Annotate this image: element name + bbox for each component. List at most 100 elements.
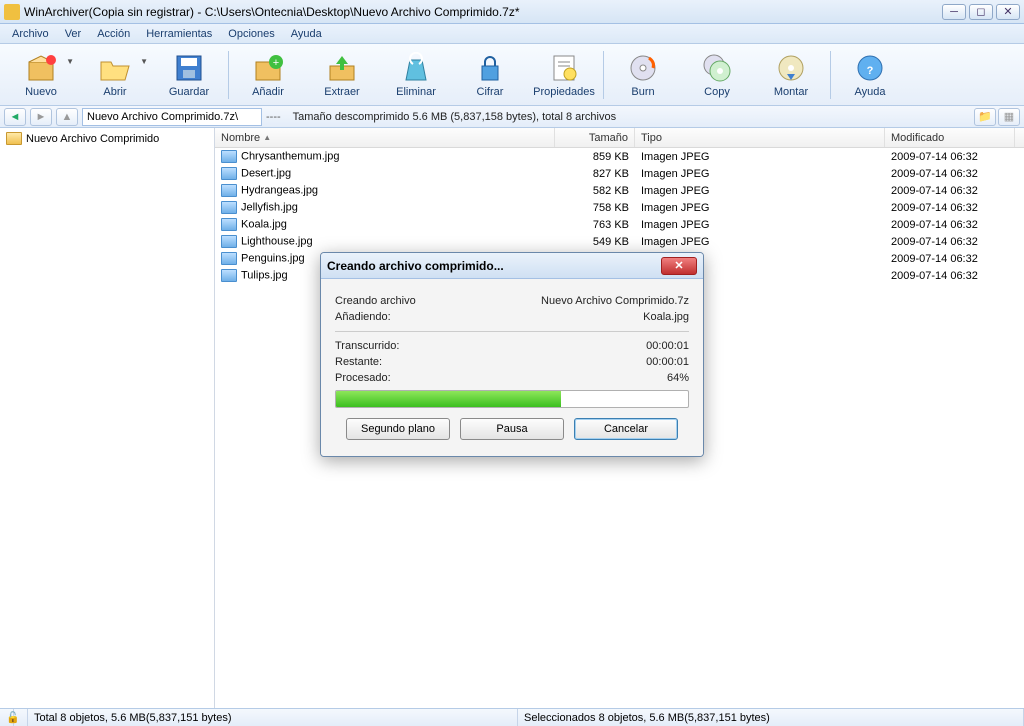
menu-ver[interactable]: Ver <box>57 26 90 42</box>
file-type-cell: Imagen JPEG <box>635 185 885 197</box>
close-button[interactable]: ✕ <box>996 4 1020 20</box>
image-file-icon <box>221 201 237 214</box>
col-name[interactable]: Nombre ▲ <box>215 128 555 147</box>
maximize-button[interactable]: ◻ <box>969 4 993 20</box>
ayuda-button[interactable]: ? Ayuda <box>833 47 907 103</box>
file-mod-cell: 2009-07-14 06:32 <box>885 270 1015 282</box>
cancel-button[interactable]: Cancelar <box>574 418 678 440</box>
guardar-icon <box>173 52 205 84</box>
svg-text:?: ? <box>867 65 874 77</box>
image-file-icon <box>221 218 237 231</box>
menu-archivo[interactable]: Archivo <box>4 26 57 42</box>
file-mod-cell: 2009-07-14 06:32 <box>885 151 1015 163</box>
path-summary: Tamaño descomprimido 5.6 MB (5,837,158 b… <box>285 111 970 123</box>
propiedades-label: Propiedades <box>533 86 595 98</box>
nav-back-button[interactable]: ◄ <box>4 108 26 126</box>
creating-label: Creando archivo <box>335 295 416 307</box>
progress-fill <box>336 391 561 407</box>
image-file-icon <box>221 184 237 197</box>
progress-bar <box>335 390 689 408</box>
montar-icon <box>775 52 807 84</box>
file-type-cell: Imagen JPEG <box>635 202 885 214</box>
pause-button[interactable]: Pausa <box>460 418 564 440</box>
menu-acción[interactable]: Acción <box>89 26 138 42</box>
nav-up-button[interactable]: ▲ <box>56 108 78 126</box>
remaining-label: Restante: <box>335 356 382 368</box>
nuevo-dropdown-icon[interactable]: ▼ <box>66 57 74 66</box>
toolbar-separator <box>228 51 229 99</box>
view-folder-button[interactable]: 📁 <box>974 108 996 126</box>
image-file-icon <box>221 235 237 248</box>
col-type[interactable]: Tipo <box>635 128 885 147</box>
extraer-button[interactable]: Extraer <box>305 47 379 103</box>
file-size-cell: 582 KB <box>555 185 635 197</box>
ayuda-icon: ? <box>854 52 886 84</box>
dialog-title-bar[interactable]: Creando archivo comprimido... ✕ <box>321 253 703 279</box>
processed-value: 64% <box>667 372 689 384</box>
image-file-icon <box>221 252 237 265</box>
montar-button[interactable]: Montar <box>754 47 828 103</box>
anadir-label: Añadir <box>252 86 284 98</box>
file-type-cell: Imagen JPEG <box>635 236 885 248</box>
ayuda-label: Ayuda <box>855 86 886 98</box>
adding-value: Koala.jpg <box>643 311 689 323</box>
copy-button[interactable]: Copy <box>680 47 754 103</box>
elapsed-value: 00:00:01 <box>646 340 689 352</box>
minimize-button[interactable]: ─ <box>942 4 966 20</box>
path-input[interactable]: Nuevo Archivo Comprimido.7z\ <box>82 108 262 126</box>
file-mod-cell: 2009-07-14 06:32 <box>885 185 1015 197</box>
status-icon <box>14 709 28 726</box>
file-size-cell: 549 KB <box>555 236 635 248</box>
abrir-button[interactable]: Abrir▼ <box>78 47 152 103</box>
file-row[interactable]: Lighthouse.jpg549 KBImagen JPEG2009-07-1… <box>215 233 1024 250</box>
file-row[interactable]: Koala.jpg763 KBImagen JPEG2009-07-14 06:… <box>215 216 1024 233</box>
toolbar-separator <box>603 51 604 99</box>
nuevo-label: Nuevo <box>25 86 57 98</box>
background-button[interactable]: Segundo plano <box>346 418 450 440</box>
dialog-close-button[interactable]: ✕ <box>661 257 697 275</box>
copy-icon <box>701 52 733 84</box>
tree-root-label: Nuevo Archivo Comprimido <box>26 133 159 145</box>
file-size-cell: 859 KB <box>555 151 635 163</box>
nuevo-button[interactable]: Nuevo ▼ <box>4 47 78 103</box>
file-row[interactable]: Hydrangeas.jpg582 KBImagen JPEG2009-07-1… <box>215 182 1024 199</box>
window-title: WinArchiver(Copia sin registrar) - C:\Us… <box>24 5 939 19</box>
col-mod[interactable]: Modificado <box>885 128 1015 147</box>
guardar-button[interactable]: Guardar <box>152 47 226 103</box>
file-name-cell: Jellyfish.jpg <box>215 201 555 214</box>
propiedades-button[interactable]: Propiedades <box>527 47 601 103</box>
file-mod-cell: 2009-07-14 06:32 <box>885 168 1015 180</box>
abrir-dropdown-icon[interactable]: ▼ <box>140 57 148 66</box>
image-file-icon <box>221 269 237 282</box>
file-row[interactable]: Desert.jpg827 KBImagen JPEG2009-07-14 06… <box>215 165 1024 182</box>
file-type-cell: Imagen JPEG <box>635 219 885 231</box>
file-mod-cell: 2009-07-14 06:32 <box>885 236 1015 248</box>
file-mod-cell: 2009-07-14 06:32 <box>885 253 1015 265</box>
extraer-icon <box>326 52 358 84</box>
file-size-cell: 827 KB <box>555 168 635 180</box>
col-size[interactable]: Tamaño <box>555 128 635 147</box>
anadir-button[interactable]: +Añadir <box>231 47 305 103</box>
remaining-value: 00:00:01 <box>646 356 689 368</box>
file-row[interactable]: Jellyfish.jpg758 KBImagen JPEG2009-07-14… <box>215 199 1024 216</box>
processed-label: Procesado: <box>335 372 391 384</box>
cifrar-button[interactable]: Cifrar <box>453 47 527 103</box>
folder-tree[interactable]: Nuevo Archivo Comprimido <box>0 128 215 709</box>
tree-root-item[interactable]: Nuevo Archivo Comprimido <box>2 130 212 147</box>
nav-forward-button[interactable]: ► <box>30 108 52 126</box>
image-file-icon <box>221 167 237 180</box>
view-grid-button[interactable]: ▦ <box>998 108 1020 126</box>
file-row[interactable]: Chrysanthemum.jpg859 KBImagen JPEG2009-0… <box>215 148 1024 165</box>
lock-icon: 🔓 <box>0 709 14 726</box>
menu-herramientas[interactable]: Herramientas <box>138 26 220 42</box>
status-right: Seleccionados 8 objetos, 5.6 MB(5,837,15… <box>518 709 1024 726</box>
menu-ayuda[interactable]: Ayuda <box>283 26 330 42</box>
title-bar: WinArchiver(Copia sin registrar) - C:\Us… <box>0 0 1024 24</box>
burn-label: Burn <box>631 86 654 98</box>
progress-dialog: Creando archivo comprimido... ✕ Creando … <box>320 252 704 457</box>
burn-button[interactable]: Burn <box>606 47 680 103</box>
eliminar-button[interactable]: Eliminar <box>379 47 453 103</box>
menu-opciones[interactable]: Opciones <box>220 26 282 42</box>
montar-label: Montar <box>774 86 808 98</box>
toolbar-separator <box>830 51 831 99</box>
